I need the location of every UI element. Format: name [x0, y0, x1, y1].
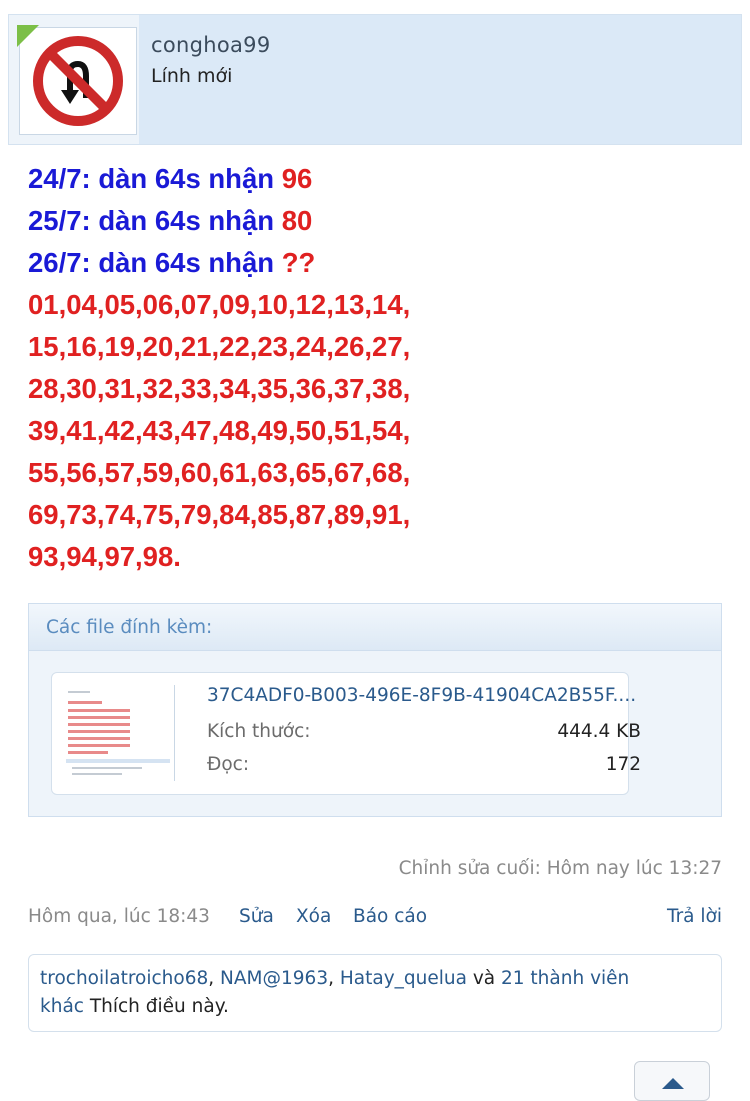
liker-link[interactable]: Hatay_quelua: [340, 968, 467, 989]
delete-link[interactable]: Xóa: [296, 906, 331, 927]
chevron-up-icon: [662, 1078, 684, 1089]
message-prefix: 26/7: dàn 64s nhận: [28, 247, 282, 278]
report-link[interactable]: Báo cáo: [353, 906, 427, 927]
scroll-top-button[interactable]: [634, 1061, 710, 1101]
number-line: 39,41,42,43,47,48,49,50,51,54,: [28, 415, 411, 446]
reply-link[interactable]: Trả lời: [667, 906, 722, 927]
conjunction: và: [466, 968, 501, 989]
others-link-continued[interactable]: khác: [40, 996, 84, 1017]
liker-link[interactable]: NAM@1963: [220, 968, 328, 989]
user-header: conghoa99 Lính mới: [8, 14, 742, 145]
message-prefix: 24/7: dàn 64s nhận: [28, 163, 282, 194]
message-line: 24/7: dàn 64s nhận 96: [28, 158, 728, 200]
edit-link[interactable]: Sửa: [239, 906, 274, 927]
attachments-title: Các file đính kèm:: [46, 617, 213, 638]
size-label: Kích thước:: [207, 721, 311, 742]
number-line: 15,16,19,20,21,22,23,24,26,27,: [28, 331, 411, 362]
number-line: 93,94,97,98.: [28, 541, 181, 572]
post-date[interactable]: Hôm qua, lúc 18:43: [28, 906, 210, 927]
message-line: 26/7: dàn 64s nhận ??: [28, 242, 728, 284]
views-label: Đọc:: [207, 754, 250, 775]
likes-suffix: Thích điều này.: [83, 996, 229, 1017]
username[interactable]: conghoa99: [151, 33, 270, 57]
views-value: 172: [605, 754, 641, 775]
number-line: 55,56,57,59,60,61,63,65,67,68,: [28, 457, 411, 488]
attachment-thumbnail[interactable]: [64, 685, 175, 781]
separator: ,: [328, 968, 340, 989]
attachments-panel: Các file đính kèm: 37C4ADF0-B003-496E-8F…: [28, 603, 722, 817]
likes-summary: trochoilatroicho68, NAM@1963, Hatay_quel…: [28, 954, 722, 1032]
number-line: 69,73,74,75,79,84,85,87,89,91,: [28, 499, 411, 530]
user-rank: Lính mới: [151, 65, 233, 87]
liker-link[interactable]: trochoilatroicho68: [40, 968, 208, 989]
online-indicator: [17, 25, 39, 47]
separator: ,: [208, 968, 221, 989]
message-line: 25/7: dàn 64s nhận 80: [28, 200, 728, 242]
size-value: 444.4 KB: [557, 721, 641, 742]
number-line: 01,04,05,06,07,09,10,12,13,14,: [28, 289, 411, 320]
message-prefix: 25/7: dàn 64s nhận: [28, 205, 282, 236]
message-value: ??: [281, 247, 316, 278]
attachments-header: Các file đính kèm:: [29, 604, 721, 651]
attachment-item[interactable]: 37C4ADF0-B003-496E-8F9B-41904CA2B55F....…: [51, 672, 641, 795]
message-body: 24/7: dàn 64s nhận 96 25/7: dàn 64s nhận…: [28, 158, 728, 578]
post-actions: Hôm qua, lúc 18:43 Sửa Xóa Báo cáo Trả l…: [28, 906, 722, 934]
attachment-filename[interactable]: 37C4ADF0-B003-496E-8F9B-41904CA2B55F....: [207, 685, 636, 706]
last-edited: Chỉnh sửa cuối: Hôm nay lúc 13:27: [398, 858, 722, 879]
message-value: 80: [281, 205, 313, 236]
likes-text: trochoilatroicho68, NAM@1963, Hatay_quel…: [40, 965, 700, 1021]
number-line: 28,30,31,32,33,34,35,36,37,38,: [28, 373, 411, 404]
message-value: 96: [281, 163, 313, 194]
others-link[interactable]: 21 thành viên: [501, 968, 629, 989]
